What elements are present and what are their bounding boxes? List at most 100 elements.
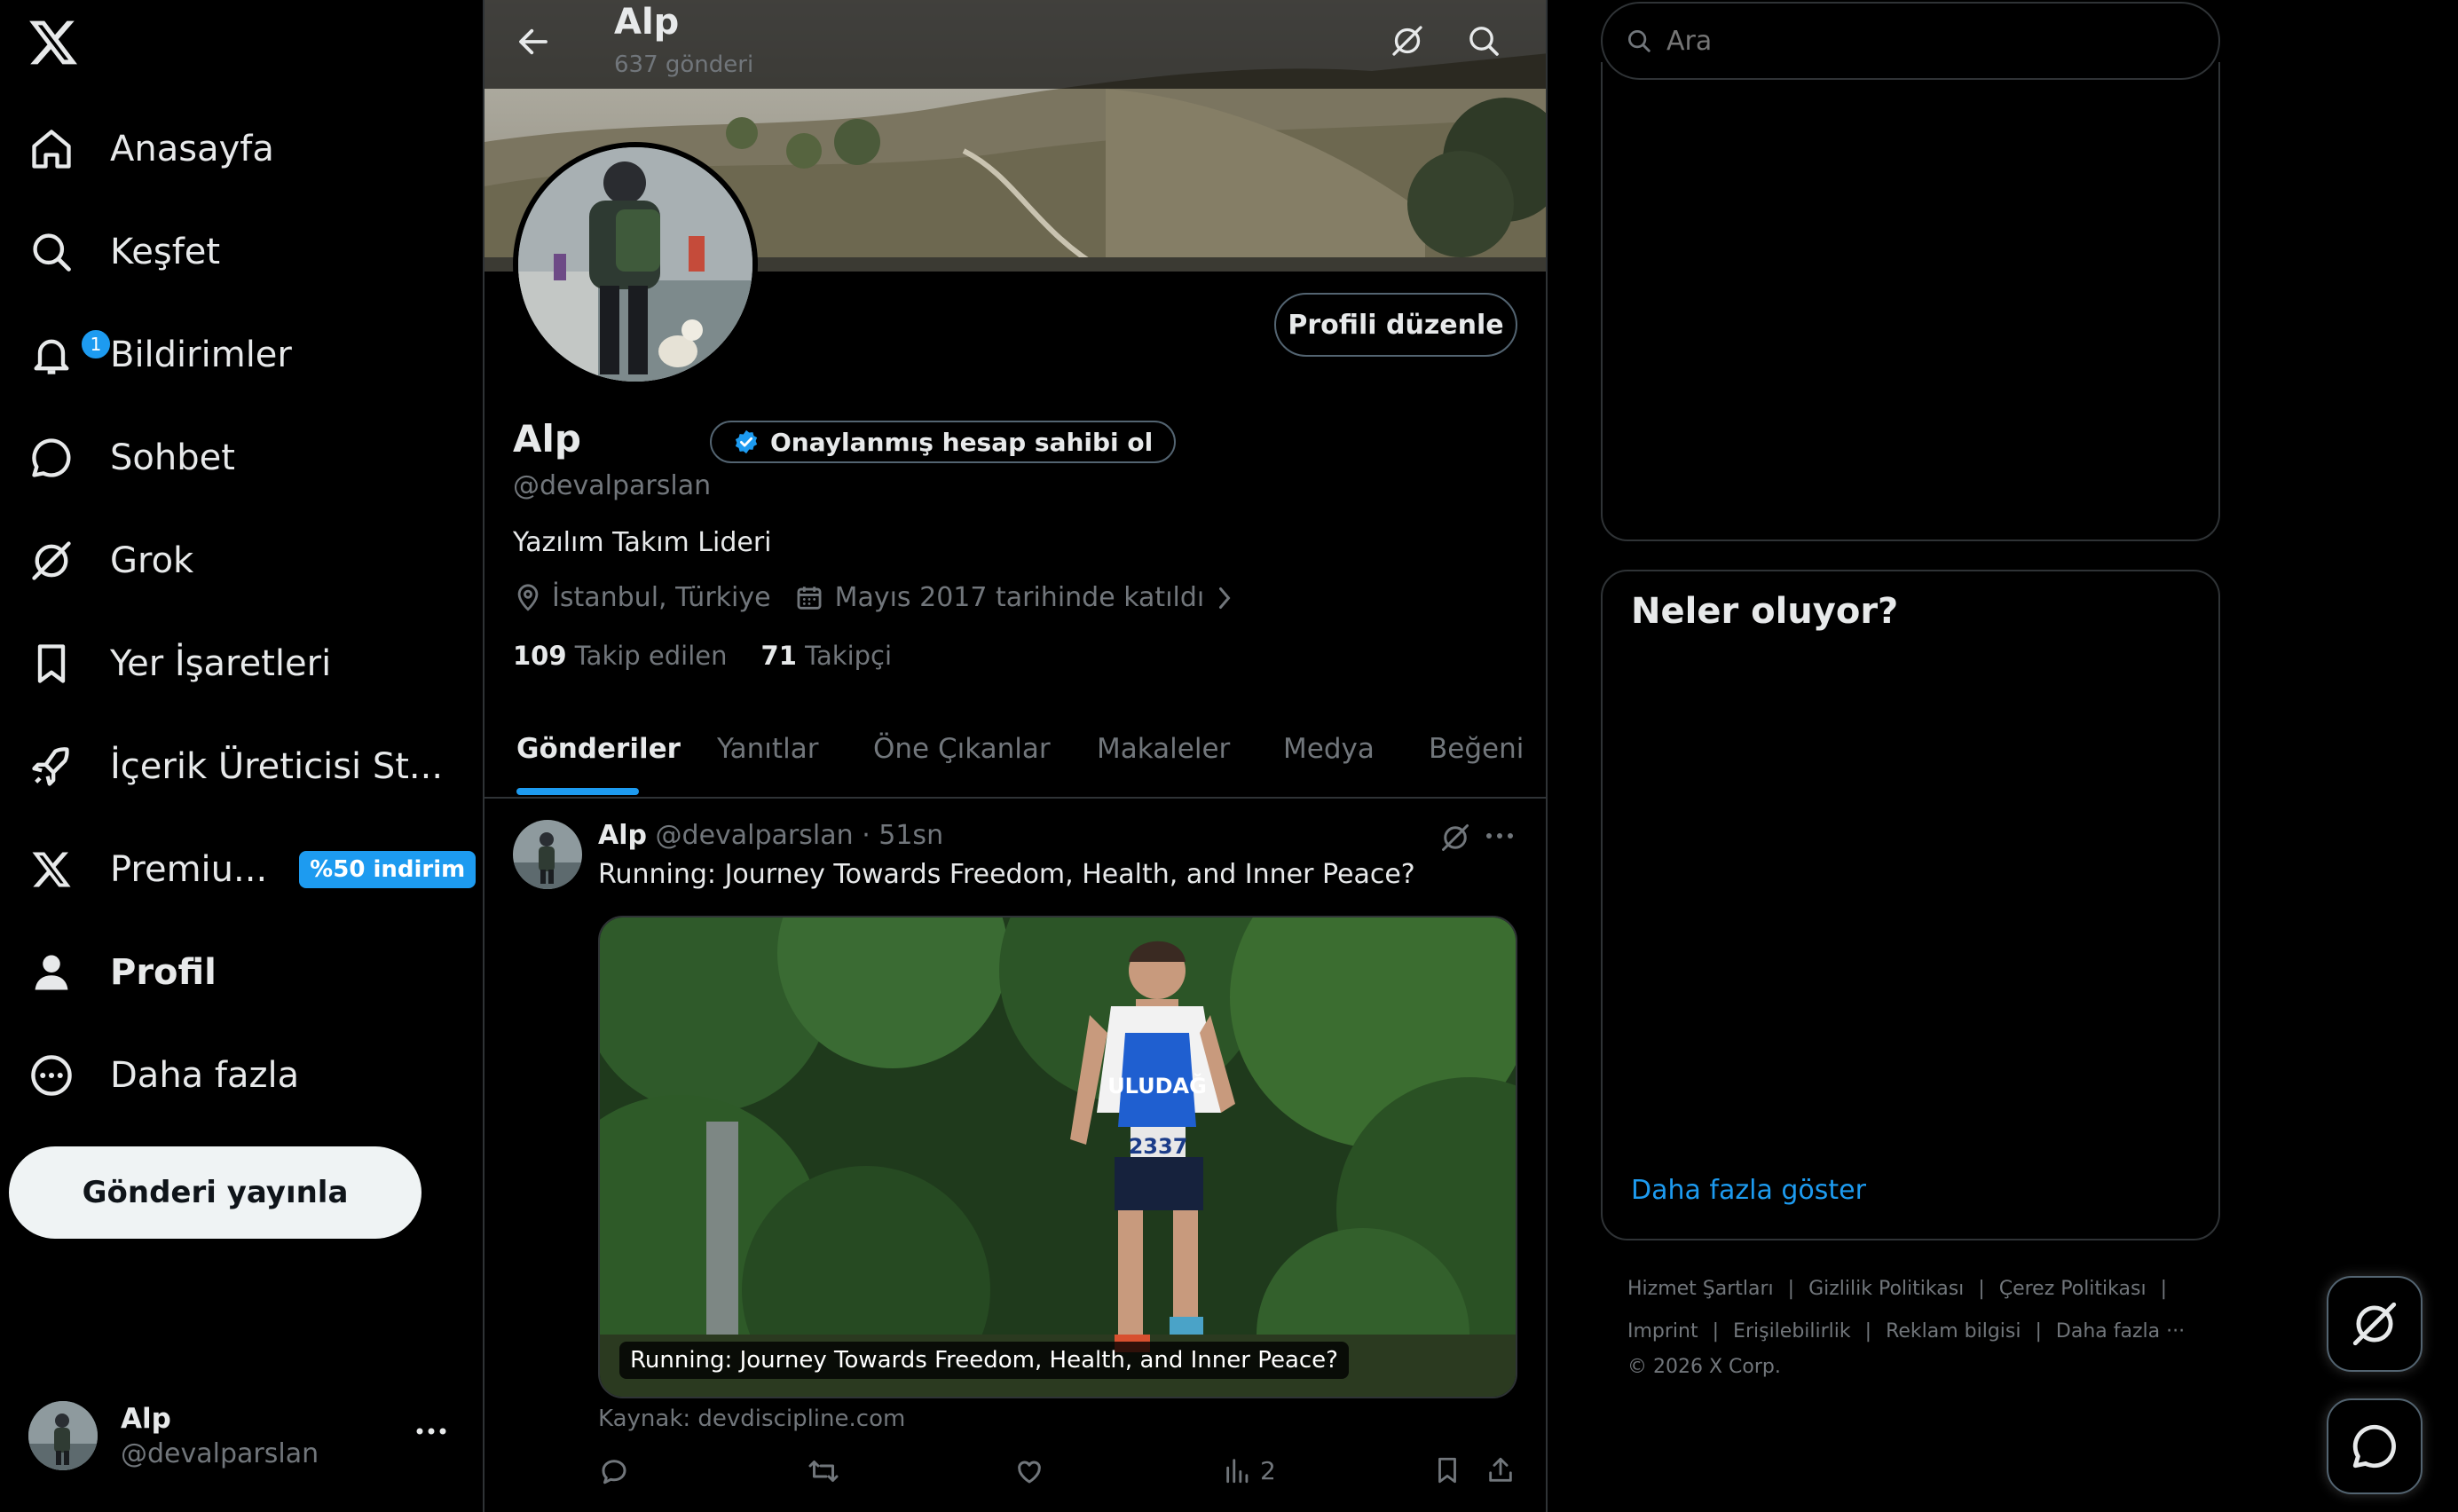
trends-show-more[interactable]: Daha fazla göster <box>1631 1175 1866 1206</box>
notification-badge: 1 <box>80 328 112 360</box>
bookmark-button[interactable] <box>1432 1455 1462 1485</box>
profile-avatar[interactable] <box>513 142 758 387</box>
footer-link-privacy[interactable]: Gizlilik Politikası <box>1808 1278 1964 1300</box>
followers-count: 71 <box>760 641 797 671</box>
get-verified-label: Onaylanmış hesap sahibi ol <box>770 427 1154 457</box>
link-card-image: ULUDAĞ 2337 <box>600 917 1516 1397</box>
person-icon <box>28 949 75 996</box>
following-link[interactable]: 109 Takip edilen <box>513 641 728 671</box>
grok-icon <box>28 538 75 584</box>
footer-copyright: © 2026 X Corp. <box>1627 1356 1781 1378</box>
profile-meta: İstanbul, Türkiye Mayıs 2017 tarihinde k… <box>513 582 1234 613</box>
post-more-icon[interactable] <box>1485 831 1514 841</box>
post-text: Running: Journey Towards Freedom, Health… <box>598 859 1415 890</box>
nav-profile[interactable]: Profil <box>28 930 217 1015</box>
nav-bookmarks[interactable]: Yer İşaretleri <box>28 621 331 706</box>
tab-replies[interactable]: Yanıtlar <box>717 733 818 765</box>
post-handle[interactable]: @devalparslan <box>656 820 854 851</box>
tab-likes[interactable]: Beğeni <box>1429 733 1524 765</box>
nav-grok-label: Grok <box>110 540 194 581</box>
header-title: Alp <box>614 2 680 43</box>
nav-creator-studio-label: İçerik Üreticisi St... <box>110 746 444 787</box>
post-avatar[interactable] <box>513 820 582 889</box>
bib-number: 2337 <box>1129 1134 1188 1159</box>
profile-timeline: Alp 637 gönderi Profili düzenle Alp Onay… <box>483 0 1548 1512</box>
more-dots-icon[interactable] <box>415 1425 447 1437</box>
x-logo-icon[interactable] <box>27 16 80 69</box>
footer-link-cookies[interactable]: Çerez Politikası <box>1999 1278 2147 1300</box>
link-source[interactable]: Kaynak: devdiscipline.com <box>598 1406 905 1432</box>
nav-home[interactable]: Anasayfa <box>28 106 274 192</box>
footer-link-accessibility[interactable]: Erişilebilirlik <box>1733 1320 1851 1343</box>
trends-title: Neler oluyor? <box>1631 591 1899 632</box>
repost-icon <box>806 1455 841 1487</box>
footer-row-1: Hizmet Şartları | Gizlilik Politikası | … <box>1627 1278 2167 1300</box>
footer-separator: | <box>2160 1278 2167 1300</box>
trends-panel: Neler oluyor? Daha fazla göster <box>1601 570 2220 1240</box>
account-name: Alp <box>121 1402 171 1435</box>
followers-link[interactable]: 71 Takipçi <box>761 641 893 671</box>
like-button[interactable] <box>1013 1455 1045 1487</box>
footer-separator: | <box>1978 1278 1985 1300</box>
followers-label: Takipçi <box>805 641 893 671</box>
tab-posts[interactable]: Gönderiler <box>516 733 681 765</box>
edit-profile-button[interactable]: Profili düzenle <box>1274 293 1517 357</box>
footer-row-2: Imprint | Erişilebilirlik | Reklam bilgi… <box>1627 1320 2185 1343</box>
grok-icon <box>2349 1298 2400 1350</box>
footer-link-imprint[interactable]: Imprint <box>1627 1320 1698 1343</box>
tab-articles[interactable]: Makaleler <box>1097 733 1230 765</box>
chat-icon <box>2349 1421 2400 1472</box>
nav-notifications[interactable]: 1 Bildirimler <box>28 312 292 398</box>
reply-button[interactable] <box>598 1455 630 1487</box>
heart-icon <box>1013 1455 1045 1487</box>
tabs-divider <box>485 797 1546 799</box>
post-time[interactable]: · 51sn <box>862 820 943 851</box>
tab-media[interactable]: Medya <box>1283 733 1375 765</box>
footer-separator: | <box>2035 1320 2042 1343</box>
nav-explore[interactable]: Keşfet <box>28 209 220 295</box>
nav-more-label: Daha fazla <box>110 1055 300 1096</box>
active-tab-indicator <box>516 788 639 795</box>
follow-stats: 109 Takip edilen 71 Takipçi <box>513 641 892 671</box>
bell-icon <box>28 332 75 378</box>
profile-header-bar: Alp 637 gönderi <box>485 0 1546 89</box>
search-icon[interactable] <box>1466 23 1501 59</box>
post-count: 637 gönderi <box>614 51 754 78</box>
nav-creator-studio[interactable]: İçerik Üreticisi St... <box>28 724 443 809</box>
footer-link-terms[interactable]: Hizmet Şartları <box>1627 1278 1774 1300</box>
tab-highlights[interactable]: Öne Çıkanlar <box>873 733 1051 765</box>
share-button[interactable] <box>1485 1455 1516 1485</box>
views-button[interactable]: 2 <box>1223 1455 1276 1485</box>
nav-more[interactable]: Daha fazla <box>28 1033 299 1118</box>
grok-icon[interactable] <box>1439 822 1471 854</box>
following-label: Takip edilen <box>574 641 728 671</box>
account-switcher[interactable]: Alp @devalparslan <box>28 1393 454 1478</box>
grok-icon[interactable] <box>1390 23 1425 59</box>
footer-link-ads-info[interactable]: Reklam bilgisi <box>1886 1320 2021 1343</box>
grok-floating-button[interactable] <box>2327 1276 2423 1372</box>
link-card[interactable]: ULUDAĞ 2337 Running: Journey Towards Fre… <box>598 916 1517 1398</box>
chevron-right-icon[interactable] <box>1215 585 1234 611</box>
bookmark-icon <box>28 641 75 687</box>
messages-floating-button[interactable] <box>2327 1398 2423 1494</box>
back-arrow-icon[interactable] <box>515 23 552 60</box>
nav-grok[interactable]: Grok <box>28 518 193 603</box>
account-handle: @devalparslan <box>121 1437 319 1469</box>
analytics-icon <box>1223 1455 1253 1485</box>
bib-brand: ULUDAĞ <box>1107 1072 1207 1099</box>
home-icon <box>28 126 75 172</box>
post-button[interactable]: Gönderi yayınla <box>9 1146 421 1239</box>
nav-premium-label: Premiu... <box>110 849 268 890</box>
calendar-icon <box>794 583 824 613</box>
search-input[interactable] <box>1665 24 2165 58</box>
get-verified-button[interactable]: Onaylanmış hesap sahibi ol <box>710 421 1177 463</box>
nav-chat[interactable]: Sohbet <box>28 415 235 500</box>
footer-link-more[interactable]: Daha fazla ··· <box>2056 1320 2185 1343</box>
chat-icon <box>28 435 75 481</box>
premium-discount-badge: %50 indirim <box>299 851 477 888</box>
nav-premium[interactable]: Premiu... %50 indirim <box>28 827 477 912</box>
more-circle-icon <box>28 1052 75 1099</box>
post-author[interactable]: Alp <box>598 820 647 851</box>
repost-button[interactable] <box>806 1455 841 1487</box>
search-icon <box>28 229 75 275</box>
